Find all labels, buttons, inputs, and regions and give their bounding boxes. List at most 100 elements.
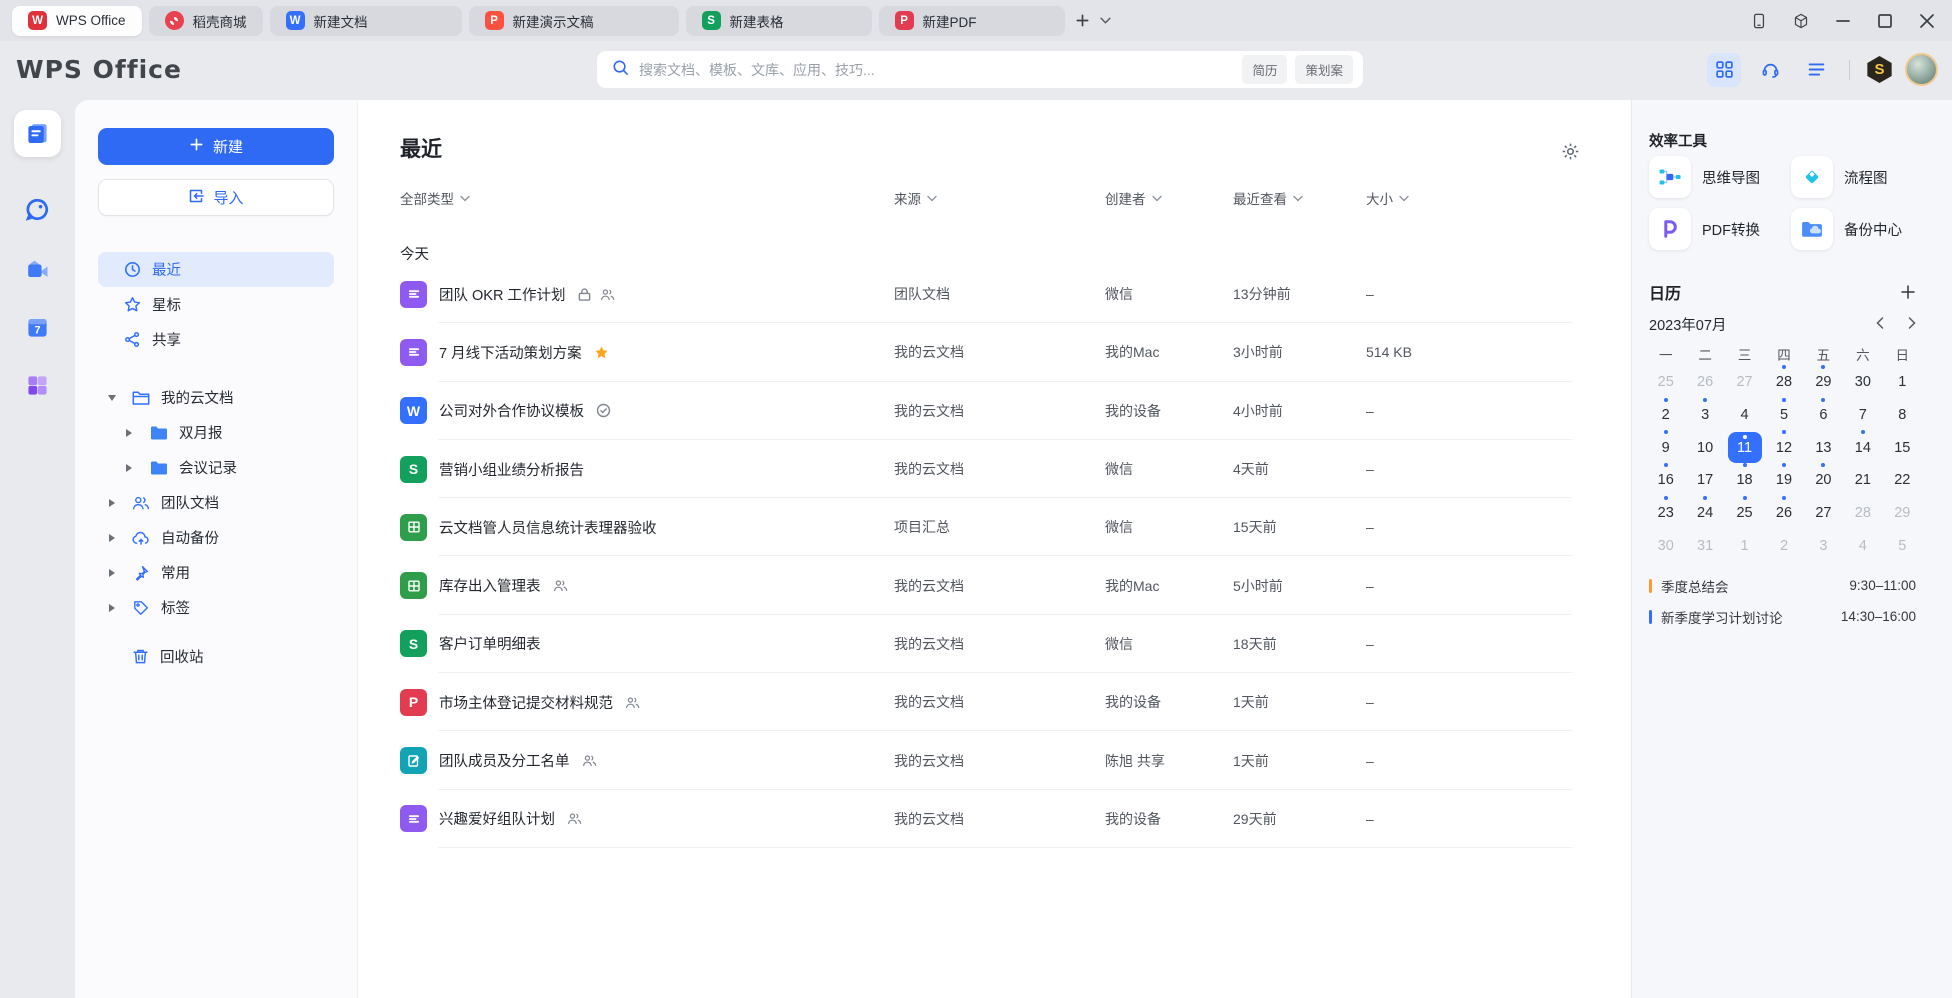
sidebar-tree-item[interactable]: 标签 xyxy=(98,590,334,625)
calendar-day[interactable]: 6 xyxy=(1804,399,1843,432)
caret-down-icon[interactable] xyxy=(108,394,118,402)
calendar-next-button[interactable] xyxy=(1908,316,1916,334)
file-row[interactable]: 团队成员及分工名单我的云文档陈旭 共享1天前– xyxy=(400,731,1580,789)
calendar-day[interactable]: 1 xyxy=(1725,529,1764,562)
calendar-day[interactable]: 16 xyxy=(1646,464,1685,497)
tab-wps[interactable]: WWPS Office xyxy=(12,6,142,36)
tool-backup[interactable]: 备份中心 xyxy=(1791,208,1916,250)
caret-right-icon[interactable] xyxy=(125,464,135,472)
search-input[interactable] xyxy=(639,62,1234,78)
gear-icon[interactable] xyxy=(1561,142,1580,166)
file-row[interactable]: 库存出入管理表我的云文档我的Mac5小时前– xyxy=(400,556,1580,614)
membership-badge[interactable]: S xyxy=(1866,56,1893,83)
tab-docer[interactable]: 稻壳商城 xyxy=(149,6,263,36)
sidebar-tree-child[interactable]: 会议记录 xyxy=(98,450,334,485)
calendar-day[interactable]: 29 xyxy=(1883,497,1922,530)
file-row[interactable]: S营销小组业绩分析报告我的云文档微信4天前– xyxy=(400,440,1580,498)
sidebar-item-star[interactable]: 星标 xyxy=(98,287,334,322)
sidebar-item-share[interactable]: 共享 xyxy=(98,322,334,357)
caret-right-icon[interactable] xyxy=(108,604,118,612)
minimize-button[interactable] xyxy=(1832,10,1854,32)
rail-item-docs[interactable] xyxy=(14,110,61,157)
import-button[interactable]: 导入 xyxy=(98,179,334,216)
file-row[interactable]: 兴趣爱好组队计划我的云文档我的设备29天前– xyxy=(400,790,1580,848)
tool-pdfConv[interactable]: PDF转换 xyxy=(1649,208,1791,250)
sidebar-tree-item[interactable]: 自动备份 xyxy=(98,520,334,555)
sidebar-item-trash[interactable]: 回收站 xyxy=(98,640,334,672)
column-source[interactable]: 来源 xyxy=(894,188,1105,208)
tab-ppt[interactable]: P新建演示文稿 xyxy=(469,6,679,36)
column-size[interactable]: 大小 xyxy=(1366,188,1580,208)
maximize-button[interactable] xyxy=(1874,10,1896,32)
calendar-prev-button[interactable] xyxy=(1876,316,1884,334)
calendar-day[interactable]: 19 xyxy=(1764,464,1803,497)
rail-item-apps[interactable] xyxy=(14,362,61,409)
calendar-day[interactable]: 29 xyxy=(1804,366,1843,399)
tool-flowchart[interactable]: 流程图 xyxy=(1791,156,1916,198)
calendar-day[interactable]: 25 xyxy=(1725,497,1764,530)
file-row[interactable]: 7 月线下活动策划方案我的云文档我的Mac3小时前514 KB xyxy=(400,323,1580,381)
apps-grid-icon[interactable] xyxy=(1707,53,1741,87)
calendar-day[interactable]: 5 xyxy=(1883,529,1922,562)
calendar-day[interactable]: 24 xyxy=(1685,497,1724,530)
sidebar-tree-item[interactable]: 团队文档 xyxy=(98,485,334,520)
tab-word[interactable]: W新建文档 xyxy=(270,6,462,36)
calendar-day[interactable]: 4 xyxy=(1843,529,1882,562)
column-creator[interactable]: 创建者 xyxy=(1105,188,1233,208)
calendar-day[interactable]: 30 xyxy=(1646,529,1685,562)
calendar-event[interactable]: 新季度学习计划讨论14:30–16:00 xyxy=(1649,601,1916,632)
support-headset-icon[interactable] xyxy=(1753,53,1787,87)
calendar-day[interactable]: 28 xyxy=(1843,497,1882,530)
calendar-day[interactable]: 15 xyxy=(1883,431,1922,464)
calendar-day[interactable]: 2 xyxy=(1764,529,1803,562)
calendar-add-button[interactable] xyxy=(1900,284,1916,300)
calendar-day[interactable]: 4 xyxy=(1725,399,1764,432)
sidebar-tree-item[interactable]: 我的云文档 xyxy=(98,380,334,415)
calendar-day[interactable]: 18 xyxy=(1725,464,1764,497)
calendar-day[interactable]: 1 xyxy=(1883,366,1922,399)
calendar-event[interactable]: 季度总结会9:30–11:00 xyxy=(1649,570,1916,601)
new-tab-button[interactable] xyxy=(1075,13,1090,28)
calendar-day[interactable]: 26 xyxy=(1685,366,1724,399)
file-row[interactable]: 团队 OKR 工作计划团队文档微信13分钟前– xyxy=(400,265,1580,323)
calendar-day[interactable]: 23 xyxy=(1646,497,1685,530)
caret-right-icon[interactable] xyxy=(108,499,118,507)
calendar-day[interactable]: 17 xyxy=(1685,464,1724,497)
calendar-day[interactable]: 7 xyxy=(1843,399,1882,432)
tab-sheet[interactable]: S新建表格 xyxy=(686,6,872,36)
calendar-day[interactable]: 27 xyxy=(1725,366,1764,399)
user-avatar[interactable] xyxy=(1905,53,1938,86)
sidebar-tree-item[interactable]: 常用 xyxy=(98,555,334,590)
calendar-day[interactable]: 8 xyxy=(1883,399,1922,432)
tool-mindmap[interactable]: 思维导图 xyxy=(1649,156,1791,198)
calendar-day[interactable]: 27 xyxy=(1804,497,1843,530)
mobile-sync-icon[interactable] xyxy=(1748,10,1770,32)
caret-right-icon[interactable] xyxy=(108,534,118,542)
calendar-day[interactable]: 5 xyxy=(1764,399,1803,432)
tab-list-dropdown[interactable] xyxy=(1100,15,1111,26)
calendar-day[interactable]: 10 xyxy=(1685,431,1724,464)
search-tag-resume[interactable]: 简历 xyxy=(1242,55,1287,84)
caret-right-icon[interactable] xyxy=(108,569,118,577)
rail-item-calendar[interactable]: 7 xyxy=(14,304,61,351)
calendar-day[interactable]: 26 xyxy=(1764,497,1803,530)
sidebar-tree-child[interactable]: 双月报 xyxy=(98,415,334,450)
new-document-button[interactable]: 新建 xyxy=(98,128,334,165)
calendar-day[interactable]: 30 xyxy=(1843,366,1882,399)
workspace-icon[interactable] xyxy=(1790,10,1812,32)
calendar-day[interactable]: 31 xyxy=(1685,529,1724,562)
calendar-day[interactable]: 9 xyxy=(1646,431,1685,464)
calendar-day[interactable]: 13 xyxy=(1804,431,1843,464)
calendar-day-selected[interactable]: 11 xyxy=(1725,431,1764,464)
calendar-day[interactable]: 3 xyxy=(1685,399,1724,432)
rail-item-meeting[interactable] xyxy=(14,246,61,293)
tab-pdf[interactable]: P新建PDF xyxy=(879,6,1065,36)
search-tag-plan[interactable]: 策划案 xyxy=(1295,55,1353,84)
close-button[interactable] xyxy=(1916,10,1938,32)
file-row[interactable]: P市场主体登记提交材料规范我的云文档我的设备1天前– xyxy=(400,673,1580,731)
sidebar-item-clock[interactable]: 最近 xyxy=(98,252,334,287)
menu-lines-icon[interactable] xyxy=(1799,53,1833,87)
global-search-bar[interactable]: 简历 策划案 xyxy=(597,51,1363,88)
calendar-day[interactable]: 21 xyxy=(1843,464,1882,497)
calendar-day[interactable]: 12 xyxy=(1764,431,1803,464)
